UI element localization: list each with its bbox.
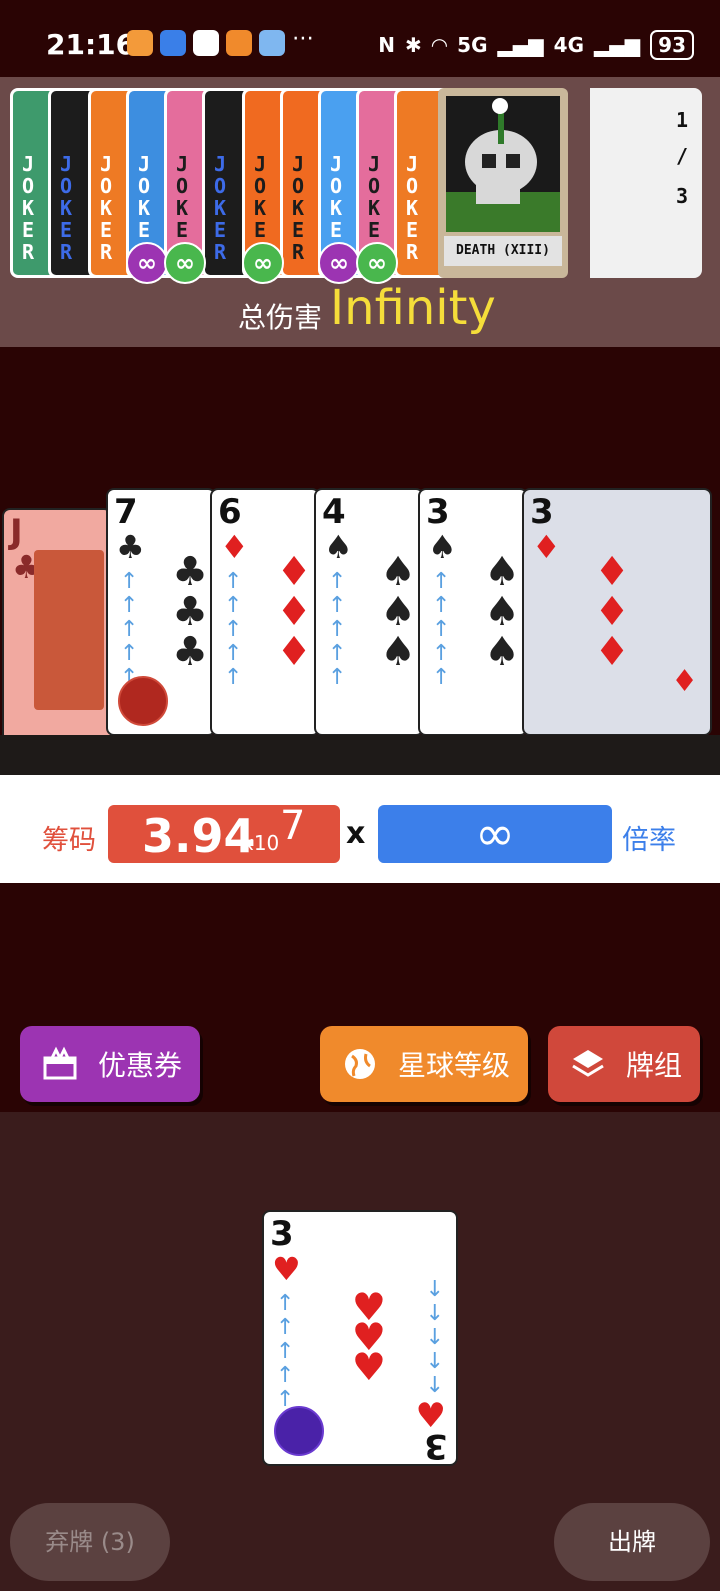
tarot-label: DEATH (XIII) (444, 236, 562, 266)
clubs-icon: ♣ (116, 528, 145, 566)
played-card-4-spades[interactable]: 4 ♠ ↑ ↑ ↑ ↑ ↑ ♠ ♠ ♠ (314, 488, 424, 736)
network-4g-label: 4G (553, 33, 584, 57)
card-rank-bottom: 3 (424, 1426, 448, 1466)
diamond-icon-bottom: ♦ (671, 664, 698, 699)
status-indicators: N ✱ ◠ 5G ▂▄▆ 4G ▂▄▆ 93 (378, 30, 694, 60)
layers-icon (572, 1050, 604, 1077)
more-apps-icon: ⋯ (292, 26, 314, 51)
played-card-3-spades[interactable]: 3 ♠ ↑ ↑ ↑ ↑ ↑ ♠ ♠ ♠ (418, 488, 528, 736)
chips-value: 3.94 (142, 809, 256, 863)
times-sign: x (346, 816, 366, 851)
card-rank: 6 (218, 492, 242, 532)
spades-pips-icon: ♠ ♠ ♠ (380, 549, 416, 675)
card-rank: J (10, 512, 23, 552)
played-card-6-diamonds[interactable]: 6 ♦ ↑ ↑ ↑ ↑ ↑ ♦ ♦ ♦ (210, 488, 320, 736)
played-card-J-clubs[interactable]: J ♣ (2, 508, 112, 752)
slot-separator: / (675, 144, 688, 168)
heart-icon: ♥ (272, 1250, 301, 1288)
purple-seal-icon (274, 1406, 324, 1456)
clubs-pips-icon: ♣ ♣ ♣ (172, 549, 208, 675)
card-rank: 3 (426, 492, 450, 532)
infinity-badge-icon: ∞ (164, 242, 206, 284)
played-card-3-diamonds[interactable]: 3 ♦ ♦ ♦ ♦ ♦ (522, 488, 712, 736)
red-seal-icon (118, 676, 168, 726)
discard-button[interactable]: 弃牌 (3) (10, 1503, 170, 1581)
app-browser-icon (160, 30, 186, 56)
infinity-badge-icon: ∞ (356, 242, 398, 284)
infinity-badge-icon: ∞ (126, 242, 168, 284)
mult-display: ∞ (378, 805, 612, 863)
chips-display: 3.94 x10 7 (108, 803, 340, 863)
slot-total: 3 (675, 184, 688, 208)
chips-exponent: 7 (280, 803, 306, 849)
down-arrows-icon: ↓ ↓ ↓ ↓ ↓ (425, 1277, 444, 1398)
planet-level-button[interactable]: 星球等级 (320, 1026, 528, 1102)
wifi-icon: ◠ (431, 33, 448, 57)
chip-up-arrows-icon: ↑ ↑ ↑ ↑ ↑ (276, 1291, 295, 1412)
heart-pips-icon: ♥ ♥ ♥ (351, 1285, 386, 1389)
deck-button[interactable]: 牌组 (548, 1026, 700, 1102)
joker-card-text: JOKER (59, 152, 73, 264)
chips-multiplier-base: x10 (242, 831, 280, 855)
deck-label: 牌组 (626, 1049, 683, 1082)
table-edge (0, 735, 720, 775)
play-hand-button[interactable]: 出牌 (554, 1503, 710, 1581)
played-card-7-clubs[interactable]: 7 ♣ ↑ ↑ ↑ ↑ ↑ ♣ ♣ ♣ (106, 488, 216, 736)
consumable-slot-panel: 1 / 3 (590, 88, 702, 278)
gift-icon (43, 1046, 77, 1080)
mult-label: 倍率 (622, 825, 676, 856)
chip-up-arrows-icon: ↑ ↑ ↑ ↑ ↑ (432, 569, 451, 690)
status-time: 21:16 (46, 28, 136, 61)
joker-card-text: JOKER (21, 152, 35, 264)
skull-art-icon (446, 96, 560, 232)
signal-icon: ▂▄▆ (497, 33, 544, 57)
app-weather-icon (259, 30, 285, 56)
diamonds-icon: ♦ (220, 528, 249, 566)
joker-card-text: JOKER (213, 152, 227, 264)
card-rank: 7 (114, 492, 138, 532)
total-damage-value: Infinity (330, 280, 496, 336)
diamonds-pips-icon: ♦ ♦ ♦ (594, 549, 630, 675)
chip-up-arrows-icon: ↑ ↑ ↑ ↑ ↑ (120, 569, 139, 690)
spades-icon: ♠ (428, 528, 457, 566)
signal-icon-2: ▂▄▆ (594, 33, 641, 57)
network-5g-label: 5G (457, 33, 488, 57)
chip-up-arrows-icon: ↑ ↑ ↑ ↑ ↑ (328, 569, 347, 690)
coupon-button[interactable]: 优惠券 (20, 1026, 200, 1102)
slot-used: 1 (675, 108, 688, 132)
total-damage-label: 总伤害 (238, 301, 323, 334)
joker-card-text: JOKER (405, 152, 419, 264)
app-heart-icon (127, 30, 153, 56)
diamonds-icon: ♦ (532, 528, 561, 566)
chip-up-arrows-icon: ↑ ↑ ↑ ↑ ↑ (224, 569, 243, 690)
infinity-badge-icon: ∞ (242, 242, 284, 284)
app-game-icon (226, 30, 252, 56)
card-rank: 3 (530, 492, 554, 532)
coupon-label: 优惠券 (98, 1049, 183, 1082)
spades-icon: ♠ (324, 528, 353, 566)
hand-card-3-hearts[interactable]: 3 ♥ ↑ ↑ ↑ ↑ ↑ ♥ ♥ ♥ ↓ ↓ ↓ ↓ ↓ ♥ 3 (262, 1210, 458, 1466)
infinity-badge-icon: ∞ (318, 242, 360, 284)
face-card-art-icon (34, 550, 104, 710)
globe-icon (345, 1049, 375, 1079)
spades-pips-icon: ♠ ♠ ♠ (484, 549, 520, 675)
battery-indicator: 93 (650, 30, 694, 60)
joker-card-text: JOKER (291, 152, 305, 264)
diamonds-pips-icon: ♦ ♦ ♦ (276, 549, 312, 675)
bluetooth-icon: ✱ (405, 33, 422, 57)
card-rank: 3 (270, 1214, 294, 1254)
chips-label: 筹码 (42, 825, 96, 856)
nfc-icon: N (378, 33, 395, 57)
tarot-card-death[interactable]: DEATH (XIII) (438, 88, 568, 278)
card-rank: 4 (322, 492, 346, 532)
app-music-icon (193, 30, 219, 56)
planet-label: 星球等级 (398, 1049, 511, 1082)
joker-card-text: JOKER (99, 152, 113, 264)
